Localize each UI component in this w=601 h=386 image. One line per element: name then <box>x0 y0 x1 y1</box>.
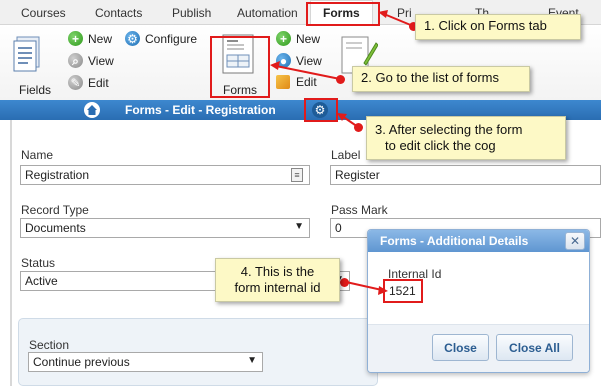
gear-icon: ⚙ <box>125 31 140 46</box>
callout-2-dot <box>336 75 345 84</box>
forms-tab-highlight <box>306 2 380 26</box>
configure-label: Configure <box>145 31 198 46</box>
fields-edit-label: Edit <box>88 75 109 90</box>
callout-2: 2. Go to the list of forms <box>352 66 530 92</box>
forms-new-button[interactable]: + New <box>276 31 320 46</box>
plus-icon: + <box>276 31 291 46</box>
callout-4-line-1: 4. This is the <box>240 264 315 279</box>
name-input[interactable]: Registration ≡ <box>20 165 310 185</box>
configure-button[interactable]: ⚙ Configure <box>125 31 197 46</box>
pass-mark-label: Pass Mark <box>331 203 388 217</box>
dialog-title: Forms - Additional Details <box>380 234 529 248</box>
field-picker-icon[interactable]: ≡ <box>291 168 303 182</box>
callout-3-dot <box>354 123 363 132</box>
magnifier-icon: ⌕ <box>68 53 83 68</box>
fields-view-label: View <box>88 53 114 68</box>
fields-document-icon[interactable] <box>12 35 44 75</box>
fields-label[interactable]: Fields <box>19 83 51 97</box>
internal-id-highlight <box>383 279 423 303</box>
name-value: Registration <box>25 168 90 182</box>
callout-1: 1. Click on Forms tab <box>415 14 581 40</box>
forms-view-label: View <box>296 53 322 68</box>
dropdown-arrow-icon: ▼ <box>247 355 257 366</box>
tab-pri[interactable]: Pri <box>397 6 412 20</box>
label-label: Label <box>331 148 361 162</box>
label-value: Register <box>335 168 380 182</box>
callout-3-line-2: to edit click the cog <box>385 138 496 153</box>
globe-icon: ● <box>276 53 291 68</box>
section-label: Section <box>29 338 70 352</box>
fields-new-button[interactable]: + New <box>68 31 112 46</box>
forms-new-label: New <box>296 31 321 46</box>
dialog-header: Forms - Additional Details ✕ <box>368 230 589 252</box>
forms-edit-label: Edit <box>296 75 317 89</box>
forms-view-button[interactable]: ● View <box>276 53 322 68</box>
tab-publish[interactable]: Publish <box>172 6 211 20</box>
tab-contacts[interactable]: Contacts <box>95 6 142 20</box>
callout-4: 4. This is the form internal id <box>215 258 340 302</box>
forms-icon-highlight <box>210 36 270 98</box>
pass-mark-value: 0 <box>335 221 342 235</box>
tab-automation[interactable]: Automation <box>237 6 298 20</box>
page-title: Forms - Edit - Registration <box>125 103 276 117</box>
pencil-icon <box>276 75 290 89</box>
dropdown-arrow-icon: ▼ <box>294 221 304 232</box>
callout-4-line-2: form internal id <box>234 280 321 295</box>
fields-view-button[interactable]: ⌕ View <box>68 53 114 68</box>
pencil-icon: ✎ <box>68 75 83 90</box>
left-divider <box>10 120 12 386</box>
tab-courses[interactable]: Courses <box>21 6 66 20</box>
home-icon[interactable] <box>84 102 100 118</box>
status-label: Status <box>21 256 56 270</box>
close-button[interactable]: Close <box>432 334 489 361</box>
close-all-button[interactable]: Close All <box>496 334 573 361</box>
callout-1-text: 1. Click on Forms tab <box>424 18 547 33</box>
callout-4-dot <box>340 278 349 287</box>
record-type-select[interactable]: Documents ▼ <box>20 218 310 238</box>
forms-edit-button[interactable]: Edit <box>276 75 317 89</box>
callout-3: 3. After selecting the form to edit clic… <box>366 116 566 160</box>
status-value: Active <box>25 274 58 288</box>
fields-edit-button[interactable]: ✎ Edit <box>68 75 109 90</box>
fields-new-label: New <box>88 31 113 46</box>
cog-highlight <box>304 98 338 122</box>
section-value: Continue previous <box>33 355 130 369</box>
dialog-close-icon[interactable]: ✕ <box>565 232 585 250</box>
plus-icon: + <box>68 31 83 46</box>
callout-3-line-1: 3. After selecting the form <box>375 122 523 137</box>
name-label: Name <box>21 148 54 162</box>
record-type-value: Documents <box>25 221 86 235</box>
record-type-label: Record Type <box>21 203 89 217</box>
label-input[interactable]: Register <box>330 165 601 185</box>
callout-2-text: 2. Go to the list of forms <box>361 70 499 85</box>
section-select[interactable]: Continue previous ▼ <box>28 352 263 372</box>
